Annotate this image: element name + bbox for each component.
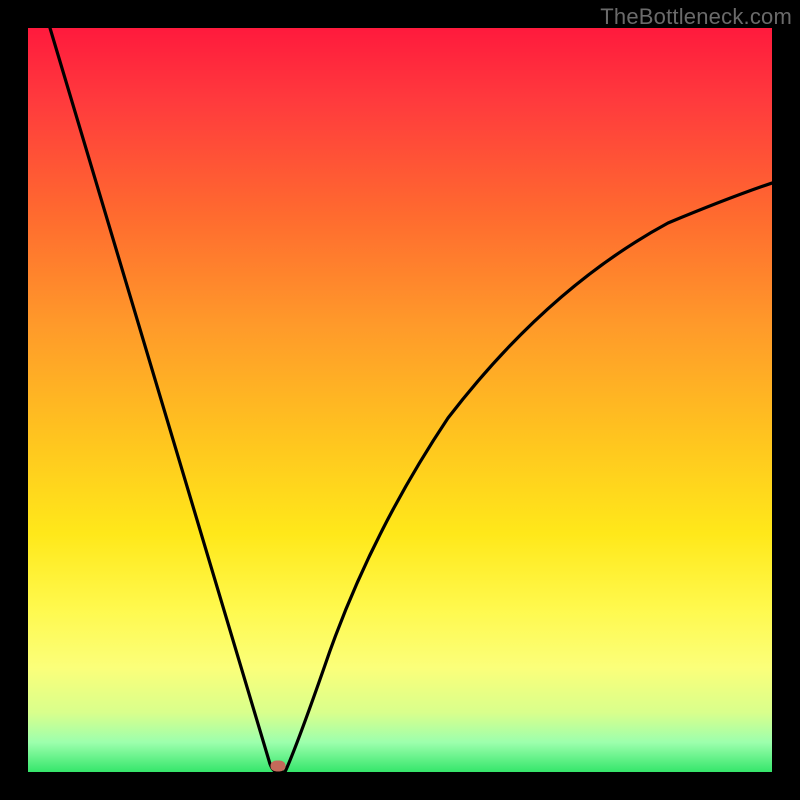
watermark-text: TheBottleneck.com [600, 4, 792, 30]
chart-frame: TheBottleneck.com [0, 0, 800, 800]
optimal-point-marker [271, 761, 286, 772]
plot-area [28, 28, 772, 772]
